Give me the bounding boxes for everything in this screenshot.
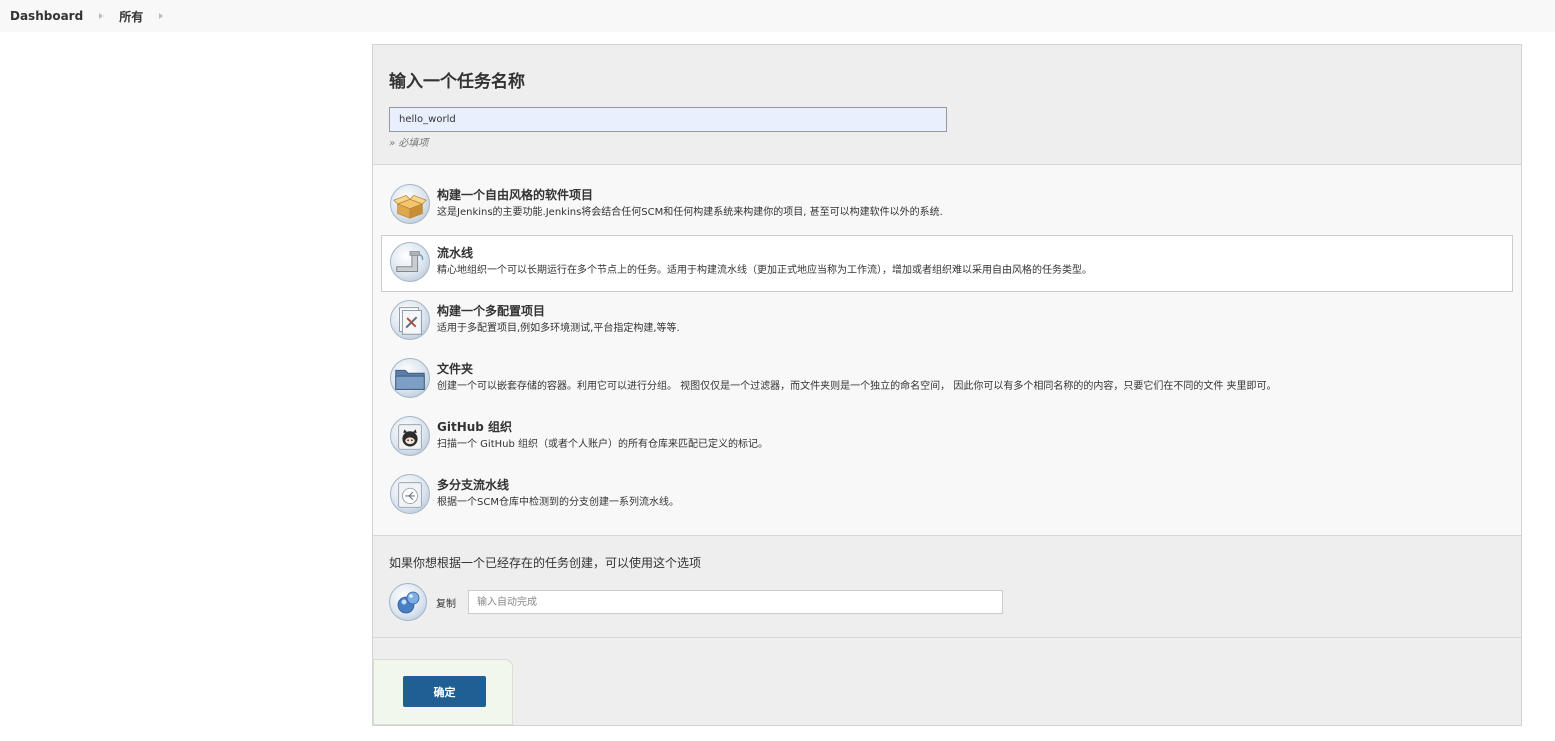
item-type-name: GitHub 组织 <box>437 420 513 434</box>
freestyle-box-icon <box>390 184 430 224</box>
item-type-github-org[interactable]: GitHub 组织 扫描一个 GitHub 组织（或者个人账户）的所有仓库来匹配… <box>381 409 1513 466</box>
folder-icon <box>390 358 430 398</box>
item-type-desc: 扫描一个 GitHub 组织（或者个人账户）的所有仓库来匹配已定义的标记。 <box>437 439 769 450</box>
item-type-folder[interactable]: 文件夹 创建一个可以嵌套存储的容器。利用它可以进行分组。 视图仅仅是一个过滤器，… <box>381 351 1513 408</box>
item-type-multi-config[interactable]: 构建一个多配置项目 适用于多配置项目,例如多环境测试,平台指定构建,等等. <box>381 293 1513 350</box>
item-type-name: 文件夹 <box>437 362 474 376</box>
ok-button-container: 确定 <box>373 659 513 725</box>
page-title: 输入一个任务名称 <box>389 72 525 92</box>
item-type-name: 构建一个自由风格的软件项目 <box>437 188 594 202</box>
item-type-pipeline[interactable]: 流水线 精心地组织一个可以长期运行在多个节点上的任务。适用于构建流水线（更加正式… <box>381 235 1513 292</box>
item-type-list: 构建一个自由风格的软件项目 这是Jenkins的主要功能.Jenkins将会结合… <box>373 165 1521 536</box>
breadcrumb-chevron-icon[interactable] <box>159 13 164 19</box>
item-type-name: 多分支流水线 <box>437 478 510 492</box>
multi-config-icon <box>390 300 430 340</box>
required-hint: » 必填项 <box>389 138 429 149</box>
multibranch-icon <box>390 474 430 514</box>
item-type-desc: 创建一个可以嵌套存储的容器。利用它可以进行分组。 视图仅仅是一个过滤器，而文件夹… <box>437 381 1277 392</box>
item-type-desc: 精心地组织一个可以长期运行在多个节点上的任务。适用于构建流水线（更加正式地应当称… <box>437 265 1092 276</box>
breadcrumb-chevron-icon[interactable] <box>99 13 104 19</box>
item-type-desc: 这是Jenkins的主要功能.Jenkins将会结合任何SCM和任何构建系统来构… <box>437 207 943 218</box>
copy-from-input[interactable] <box>468 590 1003 614</box>
item-type-desc: 适用于多配置项目,例如多环境测试,平台指定构建,等等. <box>437 323 680 334</box>
breadcrumb-all[interactable]: 所有 <box>119 8 143 25</box>
form-footer: 确定 <box>373 638 1521 726</box>
item-name-section: 输入一个任务名称 » 必填项 <box>373 45 1521 165</box>
item-type-desc: 根据一个SCM仓库中检测到的分支创建一系列流水线。 <box>437 497 679 508</box>
copy-from-section: 如果你想根据一个已经存在的任务创建，可以使用这个选项 复制 <box>373 536 1521 638</box>
new-item-panel: 输入一个任务名称 » 必填项 构建一个自由风格的软件项目 这是Jenkins的主… <box>372 44 1522 726</box>
github-icon <box>390 416 430 456</box>
ok-button[interactable]: 确定 <box>403 676 486 707</box>
item-type-multibranch[interactable]: 多分支流水线 根据一个SCM仓库中检测到的分支创建一系列流水线。 <box>381 467 1513 524</box>
copy-bubbles-icon <box>389 583 427 621</box>
copy-label: 复制 <box>436 598 456 610</box>
item-type-name: 构建一个多配置项目 <box>437 304 546 318</box>
breadcrumb: Dashboard 所有 <box>0 0 1555 32</box>
item-name-input[interactable] <box>389 107 947 132</box>
copy-hint: 如果你想根据一个已经存在的任务创建，可以使用这个选项 <box>389 556 702 570</box>
item-type-freestyle[interactable]: 构建一个自由风格的软件项目 这是Jenkins的主要功能.Jenkins将会结合… <box>381 177 1513 234</box>
breadcrumb-dashboard[interactable]: Dashboard <box>10 9 83 23</box>
item-type-name: 流水线 <box>437 246 474 260</box>
pipeline-icon <box>390 242 430 282</box>
